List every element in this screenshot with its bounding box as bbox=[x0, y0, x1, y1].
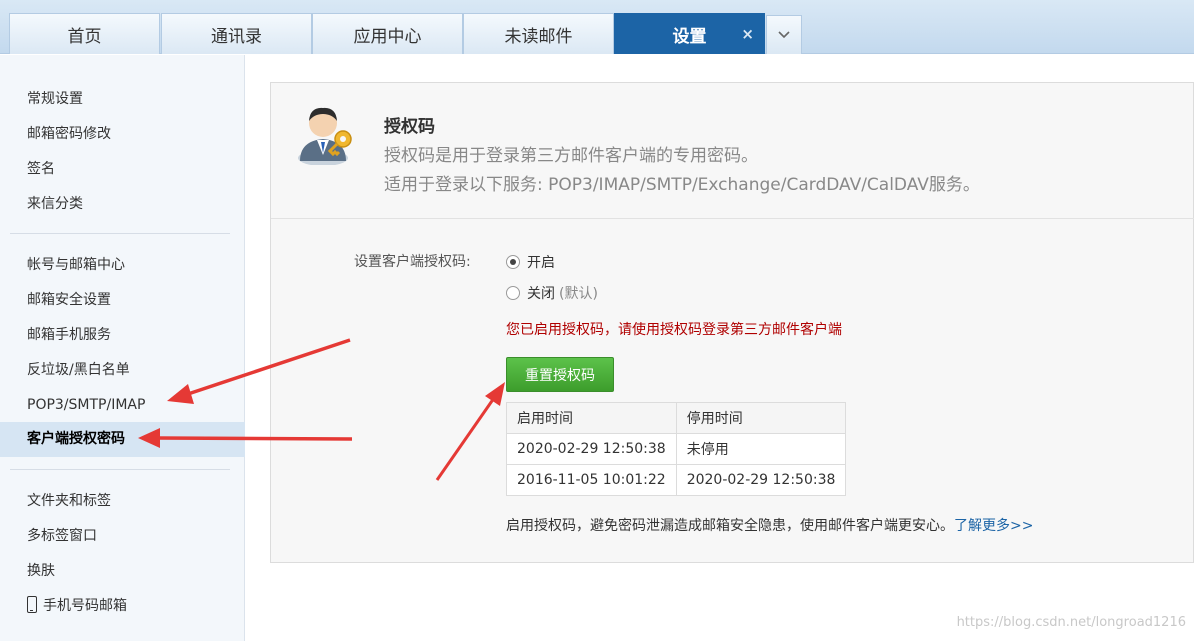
tab-label: 通讯录 bbox=[211, 26, 262, 47]
auth-history-table: 启用时间 停用时间 2020-02-29 12:50:38 未停用 2016-1… bbox=[506, 402, 847, 496]
sidebar-item-phone-mailbox[interactable]: 手机号码邮箱 bbox=[27, 596, 127, 616]
sidebar-item-general[interactable]: 常规设置 bbox=[27, 89, 83, 109]
sidebar-item-mail-filter[interactable]: 来信分类 bbox=[27, 194, 83, 214]
page-title: 授权码 bbox=[384, 117, 435, 137]
sidebar-item-pop3-smtp-imap[interactable]: POP3/SMTP/IMAP bbox=[27, 395, 145, 415]
sidebar-item-skin[interactable]: 换肤 bbox=[27, 561, 55, 581]
tab-label: 设置 bbox=[672, 26, 707, 47]
tab-more-dropdown[interactable] bbox=[766, 15, 802, 54]
sidebar-item-signature[interactable]: 签名 bbox=[27, 159, 55, 179]
user-key-icon bbox=[298, 107, 352, 165]
tab-app-center[interactable]: 应用中心 bbox=[312, 13, 463, 54]
reset-auth-code-button[interactable]: 重置授权码 bbox=[506, 357, 614, 392]
page-description-services: 适用于登录以下服务: POP3/IMAP/SMTP/Exchange/CardD… bbox=[384, 175, 980, 195]
footer-note: 启用授权码，避免密码泄漏造成邮箱安全隐患，使用邮件客户端更安心。了解更多>> bbox=[506, 515, 1033, 535]
tab-label: 应用中心 bbox=[353, 26, 422, 47]
column-header-disabled-time: 停用时间 bbox=[675, 402, 847, 434]
top-tab-bar: 首页 通讯录 应用中心 未读邮件 设置 × bbox=[0, 0, 1194, 54]
tab-contacts[interactable]: 通讯录 bbox=[161, 13, 312, 54]
tab-settings[interactable]: 设置 × bbox=[614, 13, 765, 54]
radio-disable[interactable]: 关闭 (默认) bbox=[506, 283, 598, 303]
tab-home[interactable]: 首页 bbox=[9, 13, 160, 54]
page-description: 授权码是用于登录第三方邮件客户端的专用密码。 bbox=[384, 146, 758, 166]
close-icon[interactable]: × bbox=[741, 25, 754, 43]
radio-label: 开启 bbox=[527, 255, 555, 271]
phone-icon bbox=[27, 596, 37, 613]
chevron-down-icon bbox=[778, 31, 790, 39]
sidebar-item-anti-spam[interactable]: 反垃圾/黑白名单 bbox=[27, 360, 130, 380]
table-cell: 2016-11-05 10:01:22 bbox=[506, 464, 677, 496]
settings-sidebar: 常规设置 邮箱密码修改 签名 来信分类 帐号与邮箱中心 邮箱安全设置 邮箱手机服… bbox=[0, 55, 245, 641]
status-notice: 您已启用授权码，请使用授权码登录第三方邮件客户端 bbox=[506, 322, 842, 338]
sidebar-item-folders-tags[interactable]: 文件夹和标签 bbox=[27, 491, 111, 511]
radio-default-note: (默认) bbox=[559, 286, 598, 302]
sidebar-divider bbox=[10, 233, 230, 234]
sidebar-item-password[interactable]: 邮箱密码修改 bbox=[27, 124, 111, 144]
sidebar-item-account-center[interactable]: 帐号与邮箱中心 bbox=[27, 255, 125, 275]
tab-label: 未读邮件 bbox=[504, 26, 573, 47]
tab-unread-mail[interactable]: 未读邮件 bbox=[463, 13, 614, 54]
table-cell: 2020-02-29 12:50:38 bbox=[506, 433, 677, 465]
panel-header: 授权码 授权码是用于登录第三方邮件客户端的专用密码。 适用于登录以下服务: PO… bbox=[271, 83, 1194, 219]
sidebar-divider bbox=[10, 469, 230, 470]
table-row: 2020-02-29 12:50:38 未停用 bbox=[506, 433, 847, 465]
table-cell: 未停用 bbox=[675, 433, 847, 465]
column-header-enabled-time: 启用时间 bbox=[506, 402, 677, 434]
sidebar-item-client-auth-code[interactable]: 客户端授权密码 bbox=[0, 422, 245, 457]
radio-label: 关闭 bbox=[527, 286, 555, 302]
table-row: 2016-11-05 10:01:22 2020-02-29 12:50:38 bbox=[506, 464, 847, 496]
auth-code-setting-label: 设置客户端授权码: bbox=[354, 254, 471, 270]
sidebar-item-label: 手机号码邮箱 bbox=[43, 598, 127, 614]
table-header-row: 启用时间 停用时间 bbox=[506, 402, 847, 434]
radio-button[interactable] bbox=[506, 255, 520, 269]
radio-enable[interactable]: 开启 bbox=[506, 252, 555, 272]
tab-label: 首页 bbox=[67, 26, 102, 47]
learn-more-link[interactable]: 了解更多>> bbox=[954, 518, 1033, 534]
sidebar-item-mobile-service[interactable]: 邮箱手机服务 bbox=[27, 325, 111, 345]
table-cell: 2020-02-29 12:50:38 bbox=[675, 464, 847, 496]
sidebar-item-multi-tab[interactable]: 多标签窗口 bbox=[27, 526, 97, 546]
footer-text: 启用授权码，避免密码泄漏造成邮箱安全隐患，使用邮件客户端更安心。 bbox=[506, 518, 954, 534]
sidebar-item-security[interactable]: 邮箱安全设置 bbox=[27, 290, 111, 310]
watermark: https://blog.csdn.net/longroad1216 bbox=[956, 615, 1186, 630]
radio-button[interactable] bbox=[506, 286, 520, 300]
